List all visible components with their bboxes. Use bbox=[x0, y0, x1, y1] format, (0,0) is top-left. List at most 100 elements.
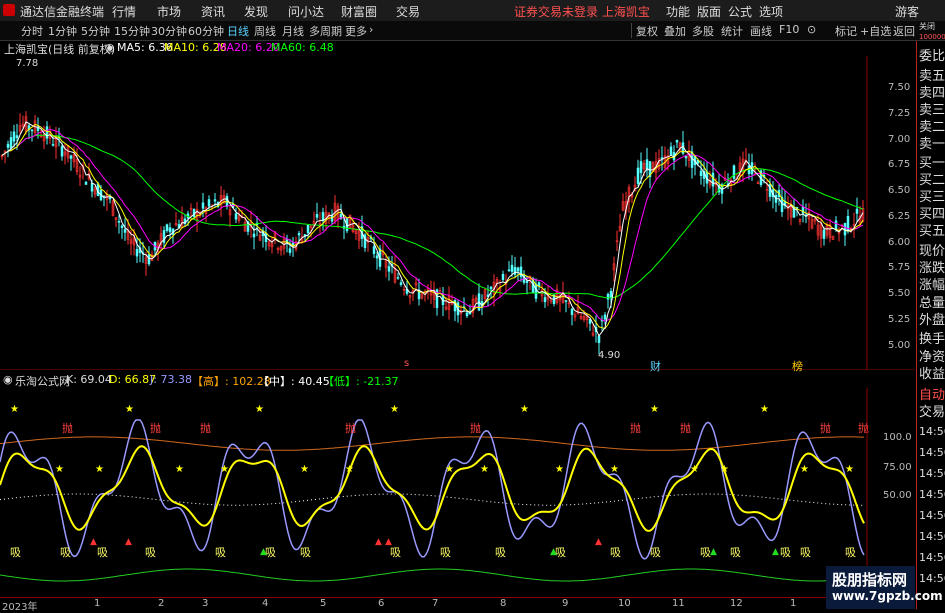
candle-body bbox=[525, 280, 529, 283]
candle-body bbox=[684, 156, 688, 159]
tool-duogu[interactable]: 多股 bbox=[692, 23, 714, 39]
menu-gongneng[interactable]: 功能 bbox=[666, 3, 690, 20]
star-marker-icon: ★ bbox=[445, 464, 454, 475]
price-chart[interactable] bbox=[0, 56, 915, 370]
app-logo-icon bbox=[3, 4, 15, 16]
menu-faxian[interactable]: 发现 bbox=[244, 3, 268, 20]
candle-body bbox=[465, 312, 469, 317]
watermark-url: www.7gpzb.com bbox=[832, 589, 943, 603]
candle-body bbox=[609, 290, 613, 298]
ma60-line bbox=[1, 134, 864, 299]
side-sell1: 卖一 bbox=[919, 137, 945, 152]
period-30min[interactable]: 30分钟 bbox=[151, 23, 187, 39]
menu-hangqing[interactable]: 行情 bbox=[112, 3, 136, 20]
period-week[interactable]: 周线 bbox=[254, 23, 276, 39]
month-11: 11 bbox=[672, 598, 685, 609]
k-value: K: 69.04 bbox=[66, 373, 112, 386]
star-marker-icon: ★ bbox=[720, 464, 729, 475]
up-triangle-icon: ▲ bbox=[375, 537, 382, 547]
candle-body bbox=[489, 286, 493, 290]
menu-xuanxiang[interactable]: 选项 bbox=[759, 3, 783, 20]
period-1min[interactable]: 1分钟 bbox=[48, 23, 77, 39]
sell-signal-label: 抛 bbox=[345, 421, 356, 435]
period-day[interactable]: 日线 bbox=[227, 23, 249, 39]
menu-jiaoyi[interactable]: 交易 bbox=[396, 3, 420, 20]
candle-body bbox=[234, 213, 238, 220]
tool-fuquan[interactable]: 复权 bbox=[636, 23, 658, 39]
candle-body bbox=[396, 277, 400, 279]
j-value: J: 73.38 bbox=[150, 373, 192, 386]
tool-huaxian[interactable]: 画线 bbox=[750, 23, 772, 39]
star-marker-icon: ★ bbox=[390, 404, 399, 415]
candle-body bbox=[288, 248, 292, 253]
ytick-675: 6.75 bbox=[888, 159, 911, 170]
month-1: 1 bbox=[94, 598, 101, 609]
month-10: 10 bbox=[618, 598, 631, 609]
menu-zixun[interactable]: 资讯 bbox=[201, 3, 225, 20]
ma-info-bar: 上海凯宝(日线 前复权) ◉ MA5: 6.36 MA10: 6.28 MA20… bbox=[0, 41, 915, 56]
menu-gongshi[interactable]: 公式 bbox=[728, 3, 752, 20]
tool-add-watchlist[interactable]: +自选 bbox=[860, 23, 891, 39]
indicator-chart[interactable]: 吸吸吸吸吸吸吸吸吸吸吸吸吸吸吸吸吸吸抛抛抛抛抛抛抛抛抛★★ ★★★ ★★★ ★★★ ★★… bbox=[0, 388, 915, 596]
settings-icon[interactable]: ⊙ bbox=[807, 23, 816, 36]
up-triangle-icon: ▲ bbox=[385, 537, 392, 547]
month-6: 6 bbox=[378, 598, 385, 609]
star-marker-icon: ★ bbox=[345, 464, 354, 475]
side-time-6: 14:56 bbox=[919, 530, 945, 543]
side-trade[interactable]: 交易 bbox=[919, 401, 945, 420]
period-60min[interactable]: 60分钟 bbox=[188, 23, 224, 39]
candle-body bbox=[543, 297, 547, 303]
buy-signal-label: 吸 bbox=[845, 546, 856, 559]
period-fenshi[interactable]: 分时 bbox=[21, 23, 43, 39]
side-time-3: 14:56 bbox=[919, 467, 945, 480]
ytick-650: 6.50 bbox=[888, 185, 911, 196]
tool-diejia[interactable]: 叠加 bbox=[664, 23, 686, 39]
period-month[interactable]: 月线 bbox=[282, 23, 304, 39]
ytick-725: 7.25 bbox=[888, 108, 911, 119]
side-time-8: 14:56 bbox=[919, 572, 945, 585]
candle-body bbox=[165, 224, 169, 231]
period-multi[interactable]: 多周期 bbox=[309, 23, 342, 39]
indicator-toggle-icon[interactable]: ◉ bbox=[3, 373, 13, 386]
ma-toggle-icon[interactable]: ◉ bbox=[105, 41, 115, 54]
candle-body bbox=[501, 274, 505, 280]
tool-f10[interactable]: F10 bbox=[779, 23, 799, 36]
menu-caifuquan[interactable]: 财富圈 bbox=[341, 3, 377, 20]
candle-body bbox=[855, 208, 859, 214]
star-marker-icon: ★ bbox=[10, 404, 19, 415]
candle-body bbox=[834, 220, 838, 230]
event-mark-cai[interactable]: 财 bbox=[650, 358, 661, 374]
indicator-name[interactable]: 乐淘公式网 bbox=[15, 373, 70, 389]
ma10-line bbox=[1, 123, 864, 330]
candle-body bbox=[147, 254, 151, 265]
star-marker-icon: ★ bbox=[555, 464, 564, 475]
menu-wenxiaoda[interactable]: 问小达 bbox=[288, 3, 324, 20]
guest-label[interactable]: 游客 bbox=[895, 3, 919, 20]
sell-signal-label: 抛 bbox=[680, 421, 691, 435]
menu-shichang[interactable]: 市场 bbox=[157, 3, 181, 20]
period-more[interactable]: 更多 bbox=[345, 23, 367, 39]
app-title: 通达信金融终端 bbox=[20, 5, 105, 19]
candle-body bbox=[9, 137, 13, 149]
buy-signal-label: 吸 bbox=[10, 546, 21, 559]
tool-tongji[interactable]: 统计 bbox=[721, 23, 743, 39]
buy-signal-label: 吸 bbox=[610, 546, 621, 559]
menu-banmian[interactable]: 版面 bbox=[697, 3, 721, 20]
ma20-line bbox=[1, 128, 864, 322]
buy-signal-label: 吸 bbox=[390, 546, 401, 559]
up-triangle-icon: ▲ bbox=[595, 537, 602, 547]
tool-biaoji[interactable]: 标记 bbox=[835, 23, 857, 39]
more-chevron-icon[interactable]: › bbox=[369, 23, 373, 36]
star-marker-icon: ★ bbox=[255, 404, 264, 415]
tool-back[interactable]: 返回 bbox=[893, 23, 915, 39]
candle-body bbox=[534, 283, 538, 299]
event-mark-bang[interactable]: 榜 bbox=[792, 358, 803, 374]
low-price-label: 4.90 bbox=[598, 350, 621, 361]
ytick-625: 6.25 bbox=[888, 211, 911, 222]
period-5min[interactable]: 5分钟 bbox=[81, 23, 110, 39]
period-15min[interactable]: 15分钟 bbox=[114, 23, 150, 39]
side-close[interactable]: 关闭 bbox=[919, 21, 935, 32]
star-marker-icon: ★ bbox=[520, 404, 529, 415]
buy-signal-label: 吸 bbox=[780, 546, 791, 559]
month-7: 7 bbox=[432, 598, 439, 609]
